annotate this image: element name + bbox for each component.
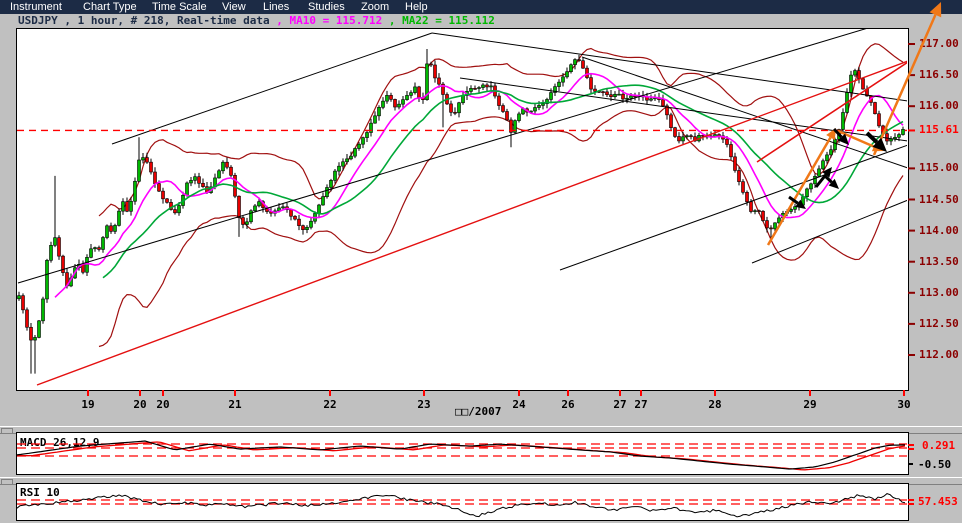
- y-axis-label: 117.00: [919, 37, 959, 50]
- y-axis-label: 115.61: [919, 123, 959, 137]
- y-axis-label: 114.00: [919, 223, 959, 237]
- x-axis-label: 20: [133, 398, 147, 411]
- chart-title-main: USDJPY , 1 hour, # 218, Real-time data: [18, 14, 277, 27]
- macd-panel[interactable]: [16, 432, 909, 475]
- x-axis-label: 29: [803, 398, 817, 411]
- menu-studies[interactable]: Studies: [308, 1, 345, 13]
- menu-chart-type[interactable]: Chart Type: [83, 1, 137, 13]
- menu-instrument[interactable]: Instrument: [10, 1, 62, 13]
- macd-label: MACD 26,12,9: [20, 436, 100, 449]
- x-axis-label: 24: [512, 398, 526, 411]
- x-axis-date-label: □□/2007: [455, 405, 502, 418]
- y-axis-label: 112.50: [919, 316, 959, 330]
- macd-axis-value: -0.50: [918, 458, 952, 471]
- x-axis-label: 28: [708, 398, 722, 411]
- rsi-label: RSI 10: [20, 486, 60, 499]
- x-axis-label: 27: [634, 398, 648, 411]
- price-chart-panel[interactable]: [16, 28, 909, 391]
- y-axis-label: 116.00: [919, 99, 959, 113]
- macd-current-value: 0.291: [922, 439, 956, 452]
- y-axis-label: 113.50: [919, 254, 959, 268]
- menu-zoom[interactable]: Zoom: [361, 1, 389, 13]
- rsi-current-value: 57.453: [918, 495, 958, 508]
- y-axis-label: 115.00: [919, 161, 959, 175]
- chart-title-ma10-value: , MA10 = 115.712: [276, 14, 389, 27]
- y-axis-label: 113.00: [919, 285, 959, 299]
- x-axis-label: 19: [81, 398, 95, 411]
- chart-title-ma22-value: , MA22 = 115.112: [388, 14, 495, 27]
- menu-lines[interactable]: Lines: [263, 1, 289, 13]
- menu-view[interactable]: View: [222, 1, 246, 13]
- splitter-grip[interactable]: [1, 479, 13, 485]
- y-axis-label: 116.50: [919, 68, 959, 82]
- y-axis-label: 112.00: [919, 348, 959, 361]
- x-axis-label: 22: [323, 398, 337, 411]
- x-axis-label: 30: [897, 398, 911, 411]
- x-axis-label: 27: [613, 398, 627, 411]
- x-axis-label: 26: [561, 398, 575, 411]
- y-axis-label: 114.50: [919, 192, 959, 206]
- menu-bar: Instrument Chart Type Time Scale View Lines S…: [0, 0, 962, 14]
- splitter-grip[interactable]: [1, 428, 13, 434]
- x-axis-label: 21: [228, 398, 242, 411]
- x-axis-label: 23: [417, 398, 431, 411]
- x-axis-label: 20: [156, 398, 170, 411]
- chart-title: USDJPY , 1 hour, # 218, Real-time data ,…: [18, 14, 495, 28]
- app-window: Instrument Chart Type Time Scale View Lines S…: [0, 0, 962, 523]
- menu-help[interactable]: Help: [405, 1, 428, 13]
- menu-time-scale[interactable]: Time Scale: [152, 1, 207, 13]
- rsi-panel[interactable]: [16, 483, 909, 521]
